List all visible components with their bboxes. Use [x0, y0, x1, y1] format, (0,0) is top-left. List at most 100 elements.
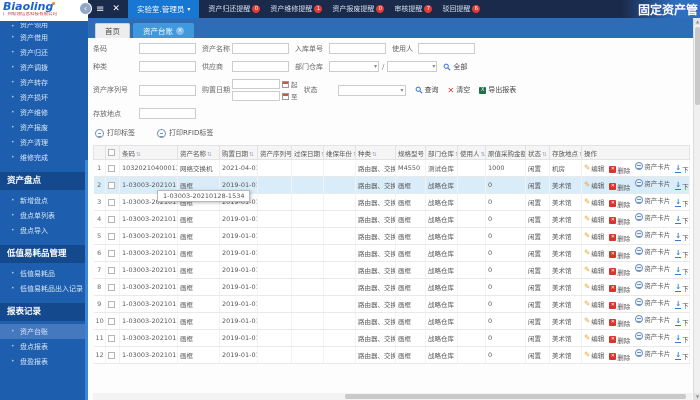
date-from-input[interactable] [232, 79, 280, 89]
action-edit[interactable]: ✎ 编辑 [584, 197, 604, 207]
date-to-input[interactable] [232, 91, 280, 101]
reminder-tab[interactable]: 驳回提醒 6 [442, 4, 481, 14]
horizontal-scrollbar[interactable] [93, 393, 692, 400]
reminder-tab[interactable]: 审核提醒 7 [394, 4, 433, 14]
action-edit[interactable]: ✎ 编辑 [584, 333, 604, 343]
sidebar-item[interactable]: • 资产维修 [0, 105, 88, 120]
inbound-no-input[interactable] [329, 43, 386, 54]
sidebar-item[interactable]: • 资产领用 [0, 23, 88, 30]
action-delete[interactable]: ✕ 删除 [609, 199, 630, 209]
action-edit[interactable]: ✎ 编辑 [584, 299, 604, 309]
action-download[interactable]: ↓下载 [675, 215, 689, 225]
sidebar-section-header[interactable]: 资产盘点 [0, 172, 88, 190]
calendar-icon[interactable] [282, 92, 289, 100]
sidebar-collapse-button[interactable]: ‹ [79, 2, 92, 15]
action-asset-card[interactable]: 资产卡片 [635, 212, 670, 222]
action-delete[interactable]: ✕ 删除 [609, 165, 630, 175]
action-edit[interactable]: ✎ 编辑 [584, 214, 604, 224]
vertical-scrollbar-thumb[interactable] [695, 27, 700, 105]
row-checkbox[interactable] [108, 266, 115, 274]
action-download[interactable]: ↓下载 [675, 181, 689, 191]
scroll-down-icon[interactable]: ▼ [694, 393, 700, 400]
row-checkbox[interactable] [108, 300, 115, 308]
sidebar-item[interactable]: • 盘点单列表 [0, 208, 88, 223]
action-download[interactable]: ↓下载 [675, 334, 689, 344]
sort-icon[interactable]: ⇅ [372, 152, 377, 158]
sidebar-item[interactable]: • 维修完成 [0, 150, 88, 165]
sidebar-item[interactable]: • 资产报废 [0, 120, 88, 135]
action-edit[interactable]: ✎ 编辑 [584, 265, 604, 275]
export-report-button[interactable]: X 导出报表 [479, 85, 516, 95]
action-edit[interactable]: ✎ 编辑 [584, 316, 604, 326]
warehouse-select[interactable]: ▾ [387, 61, 438, 72]
action-edit[interactable]: ✎ 编辑 [584, 350, 604, 360]
dept-select[interactable]: ▾ [329, 61, 379, 72]
action-edit[interactable]: ✎ 编辑 [584, 282, 604, 292]
action-asset-card[interactable]: 资产卡片 [635, 331, 670, 341]
action-asset-card[interactable]: 资产卡片 [635, 161, 670, 171]
action-delete[interactable]: ✕ 删除 [609, 352, 630, 362]
column-header[interactable]: 规格型号⇅ [395, 145, 426, 160]
action-edit[interactable]: ✎ 编辑 [584, 248, 604, 258]
action-asset-card[interactable]: 资产卡片 [635, 297, 670, 307]
action-asset-card[interactable]: 资产卡片 [635, 348, 670, 358]
column-header[interactable]: 条码⇅ [119, 145, 178, 160]
row-checkbox[interactable] [108, 232, 115, 240]
scroll-up-icon[interactable]: ▲ [694, 18, 700, 25]
calendar-icon[interactable] [282, 80, 289, 88]
user-menu[interactable]: 实验室.管理员 ▾ [127, 0, 200, 18]
column-header[interactable]: 种类⇅ [355, 145, 396, 160]
column-header[interactable]: 状态⇅ [525, 145, 550, 160]
all-link[interactable]: 全部 [443, 62, 467, 72]
tab-1[interactable]: 资产台账 × [133, 23, 194, 38]
sidebar-item[interactable]: • 资产调拨 [0, 60, 88, 75]
action-delete[interactable]: ✕ 删除 [609, 267, 630, 277]
clear-button[interactable]: ✕ 清空 [448, 85, 471, 95]
tab-close-icon[interactable]: × [176, 27, 184, 35]
sidebar-item[interactable]: • 低值易耗品出入记录 [0, 281, 88, 296]
action-edit[interactable]: ✎ 编辑 [584, 231, 604, 241]
column-header[interactable]: 存放地点⇅ [549, 145, 582, 160]
row-checkbox[interactable] [108, 215, 115, 223]
column-header[interactable]: 过保日期⇅ [291, 145, 324, 160]
asset-name-input[interactable] [232, 43, 289, 54]
row-checkbox[interactable] [108, 164, 115, 172]
action-download[interactable]: ↓下载 [675, 317, 689, 327]
reminder-tab[interactable]: 资产报废提醒 0 [332, 4, 385, 14]
action-asset-card[interactable]: 资产卡片 [635, 314, 670, 324]
action-delete[interactable]: ✕ 删除 [609, 182, 630, 192]
tab-0[interactable]: 首页 [95, 23, 130, 38]
vertical-scrollbar[interactable]: ▲ ▼ [693, 18, 700, 400]
action-asset-card[interactable]: 资产卡片 [635, 178, 670, 188]
action-delete[interactable]: ✕ 删除 [609, 284, 630, 294]
close-icon[interactable]: ✕ [112, 4, 120, 14]
action-download[interactable]: ↓下载 [675, 164, 689, 174]
select-all-checkbox[interactable] [108, 149, 115, 156]
column-header[interactable]: 资产名称⇅ [177, 145, 220, 160]
action-download[interactable]: ↓下载 [675, 266, 689, 276]
action-download[interactable]: ↓下载 [675, 300, 689, 310]
sidebar-item[interactable]: • 资产台账 [0, 324, 88, 339]
serial-input[interactable] [139, 84, 196, 96]
category-input[interactable] [139, 61, 196, 72]
action-download[interactable]: ↓下载 [675, 249, 689, 259]
sort-icon[interactable]: ⇅ [207, 152, 212, 158]
sidebar-item[interactable]: • 盘点报表 [0, 339, 88, 354]
sidebar-item[interactable]: • 盘点导入 [0, 223, 88, 238]
column-header[interactable]: 原值采购金额⇅ [485, 145, 526, 160]
action-delete[interactable]: ✕ 删除 [609, 318, 630, 328]
action-edit[interactable]: ✎ 编辑 [584, 163, 604, 173]
sidebar-item[interactable]: • 资产借用 [0, 30, 88, 45]
sidebar-item[interactable]: • 盘盈报表 [0, 354, 88, 369]
row-checkbox[interactable] [108, 249, 115, 257]
user-input[interactable] [418, 43, 475, 54]
action-asset-card[interactable]: 资产卡片 [635, 280, 670, 290]
location-input[interactable] [139, 108, 196, 119]
action-download[interactable]: ↓下载 [675, 232, 689, 242]
action-asset-card[interactable]: 资产卡片 [635, 229, 670, 239]
action-download[interactable]: ↓下载 [675, 283, 689, 293]
action-delete[interactable]: ✕ 删除 [609, 250, 630, 260]
action-download[interactable]: ↓下载 [675, 198, 689, 208]
reminder-tab[interactable]: 资产归还提醒 0 [208, 4, 261, 14]
action-delete[interactable]: ✕ 删除 [609, 335, 630, 345]
